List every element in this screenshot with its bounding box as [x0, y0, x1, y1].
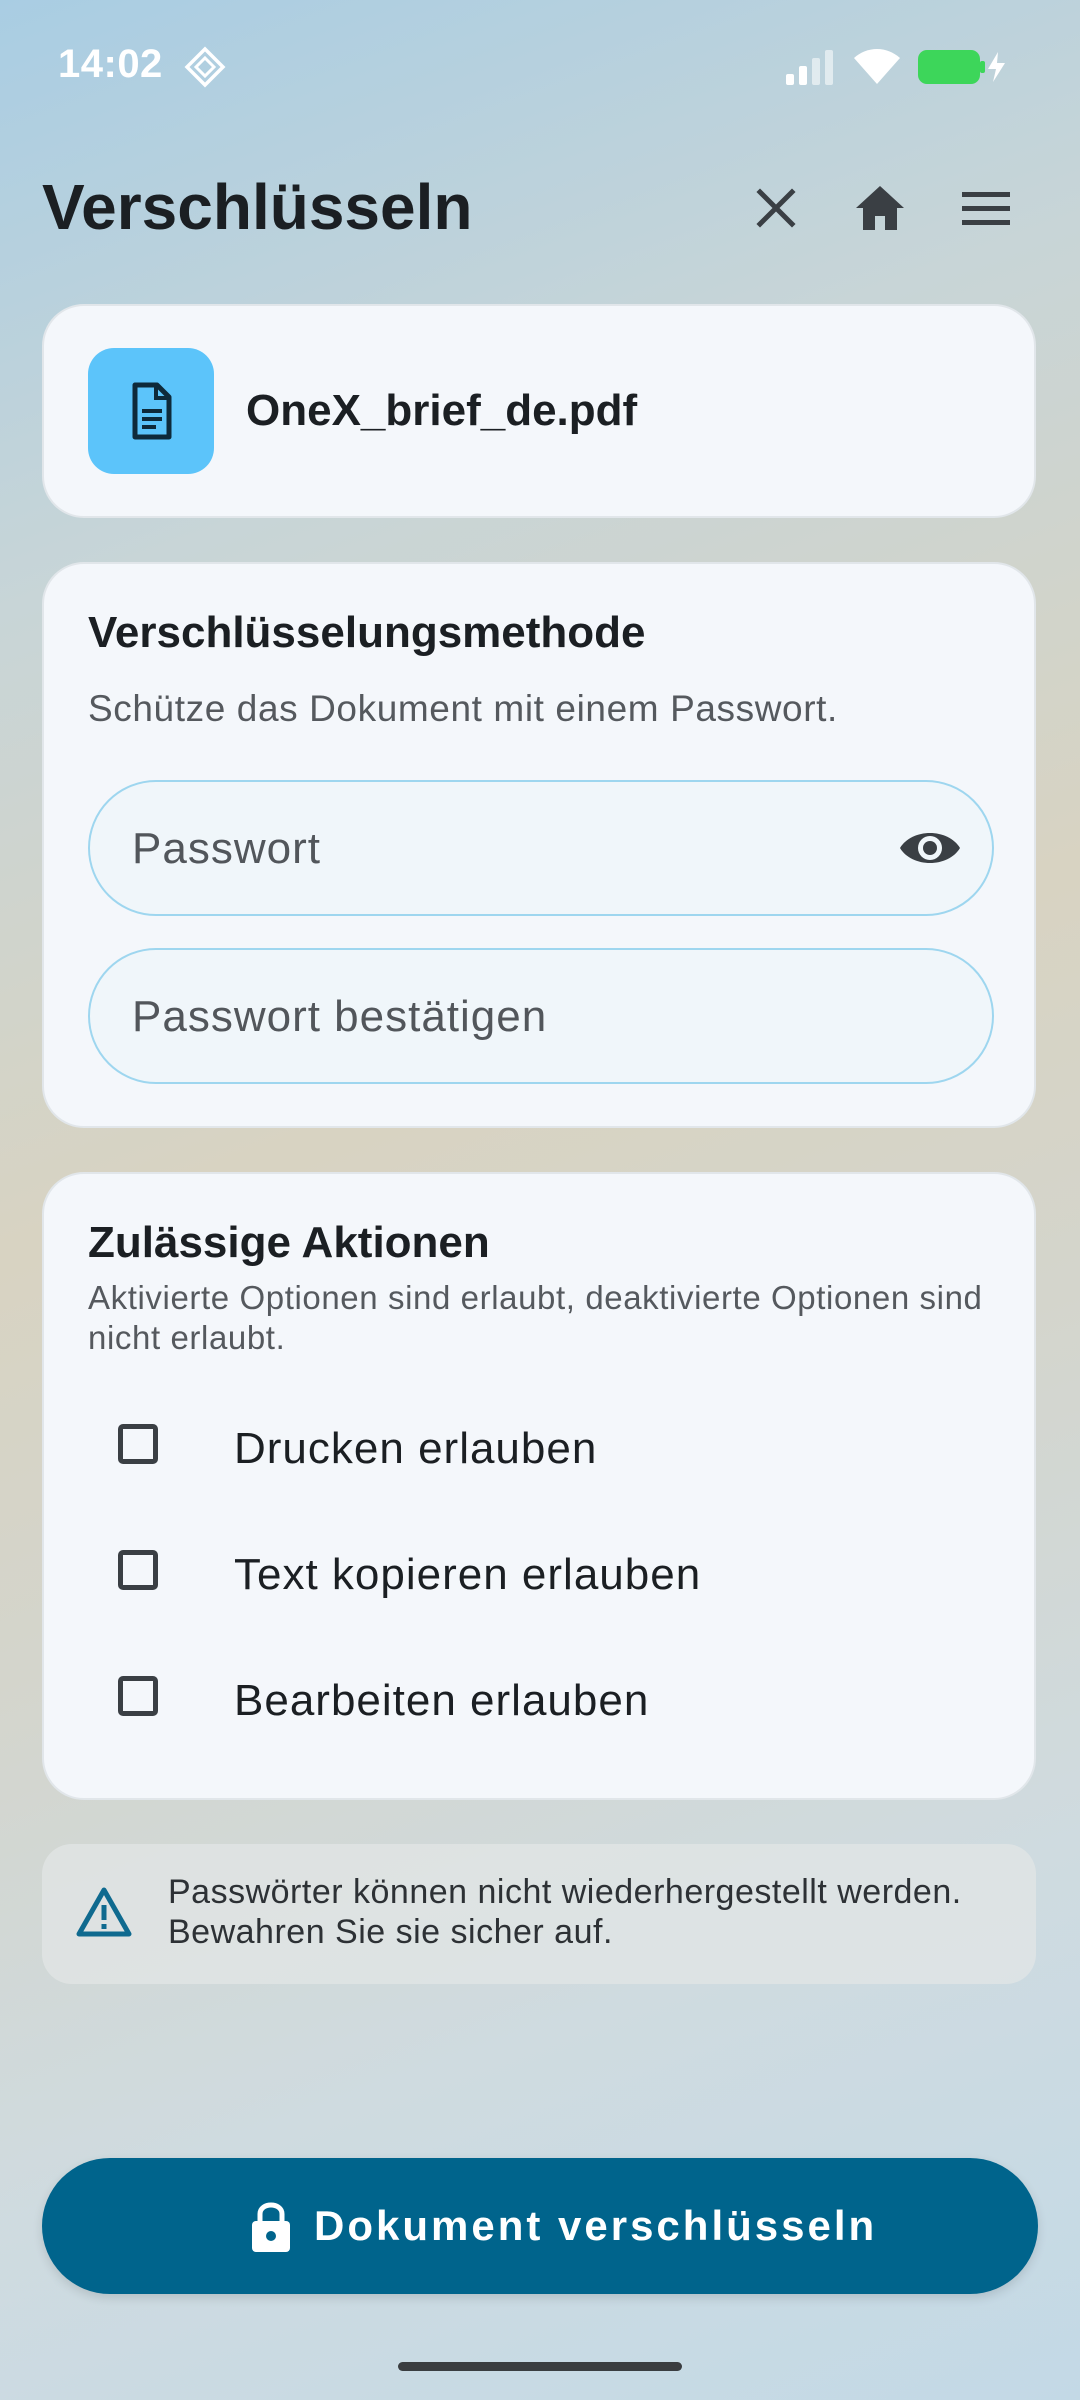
method-description: Schütze das Dokument mit einem Passwort.	[88, 688, 838, 729]
option-copy-text[interactable]: Text kopieren erlauben	[88, 1528, 988, 1618]
document-icon	[132, 382, 172, 440]
warning-icon	[76, 1887, 132, 1937]
encryption-method-card: Verschlüsselungsmethode Schütze das Doku…	[42, 562, 1036, 1128]
close-icon[interactable]	[748, 180, 804, 236]
confirm-password-input[interactable]	[130, 950, 894, 1084]
menu-icon[interactable]	[958, 180, 1014, 236]
wifi-icon	[854, 49, 900, 84]
print-checkbox[interactable]	[118, 1424, 158, 1464]
file-name: OneX_brief_de.pdf	[246, 386, 638, 435]
signal-icon	[786, 50, 833, 85]
eye-icon[interactable]	[898, 820, 962, 876]
allowed-actions-card: Zulässige Aktionen Aktivierte Optionen s…	[42, 1172, 1036, 1800]
option-label: Drucken erlauben	[234, 1424, 598, 1473]
warning-notice: Passwörter können nicht wiederhergestell…	[42, 1844, 1036, 1984]
encrypt-button-label: Dokument verschlüsseln	[314, 2202, 878, 2249]
actions-heading: Zulässige Aktionen	[88, 1218, 490, 1267]
option-label: Bearbeiten erlauben	[234, 1676, 650, 1725]
battery-charging-icon	[918, 50, 1005, 84]
option-print[interactable]: Drucken erlauben	[88, 1402, 988, 1492]
option-edit[interactable]: Bearbeiten erlauben	[88, 1654, 988, 1744]
edit-checkbox[interactable]	[118, 1676, 158, 1716]
lock-icon	[252, 2202, 290, 2252]
method-heading: Verschlüsselungsmethode	[88, 608, 646, 657]
confirm-password-field[interactable]	[88, 948, 994, 1084]
diamond-icon	[184, 46, 226, 88]
home-icon[interactable]	[852, 180, 908, 236]
file-card: OneX_brief_de.pdf	[42, 304, 1036, 518]
actions-description: Aktivierte Optionen sind erlaubt, deakti…	[88, 1279, 983, 1356]
status-time: 14:02	[58, 42, 163, 86]
encrypt-document-button[interactable]: Dokument verschlüsseln	[42, 2158, 1038, 2294]
password-field[interactable]	[88, 780, 994, 916]
file-icon-box	[88, 348, 214, 474]
notice-text: Passwörter können nicht wiederhergestell…	[168, 1873, 962, 1951]
password-input[interactable]	[130, 782, 894, 916]
copy-text-checkbox[interactable]	[118, 1550, 158, 1590]
home-indicator[interactable]	[398, 2362, 682, 2371]
option-label: Text kopieren erlauben	[234, 1550, 702, 1599]
page-title: Verschlüsseln	[42, 171, 473, 243]
